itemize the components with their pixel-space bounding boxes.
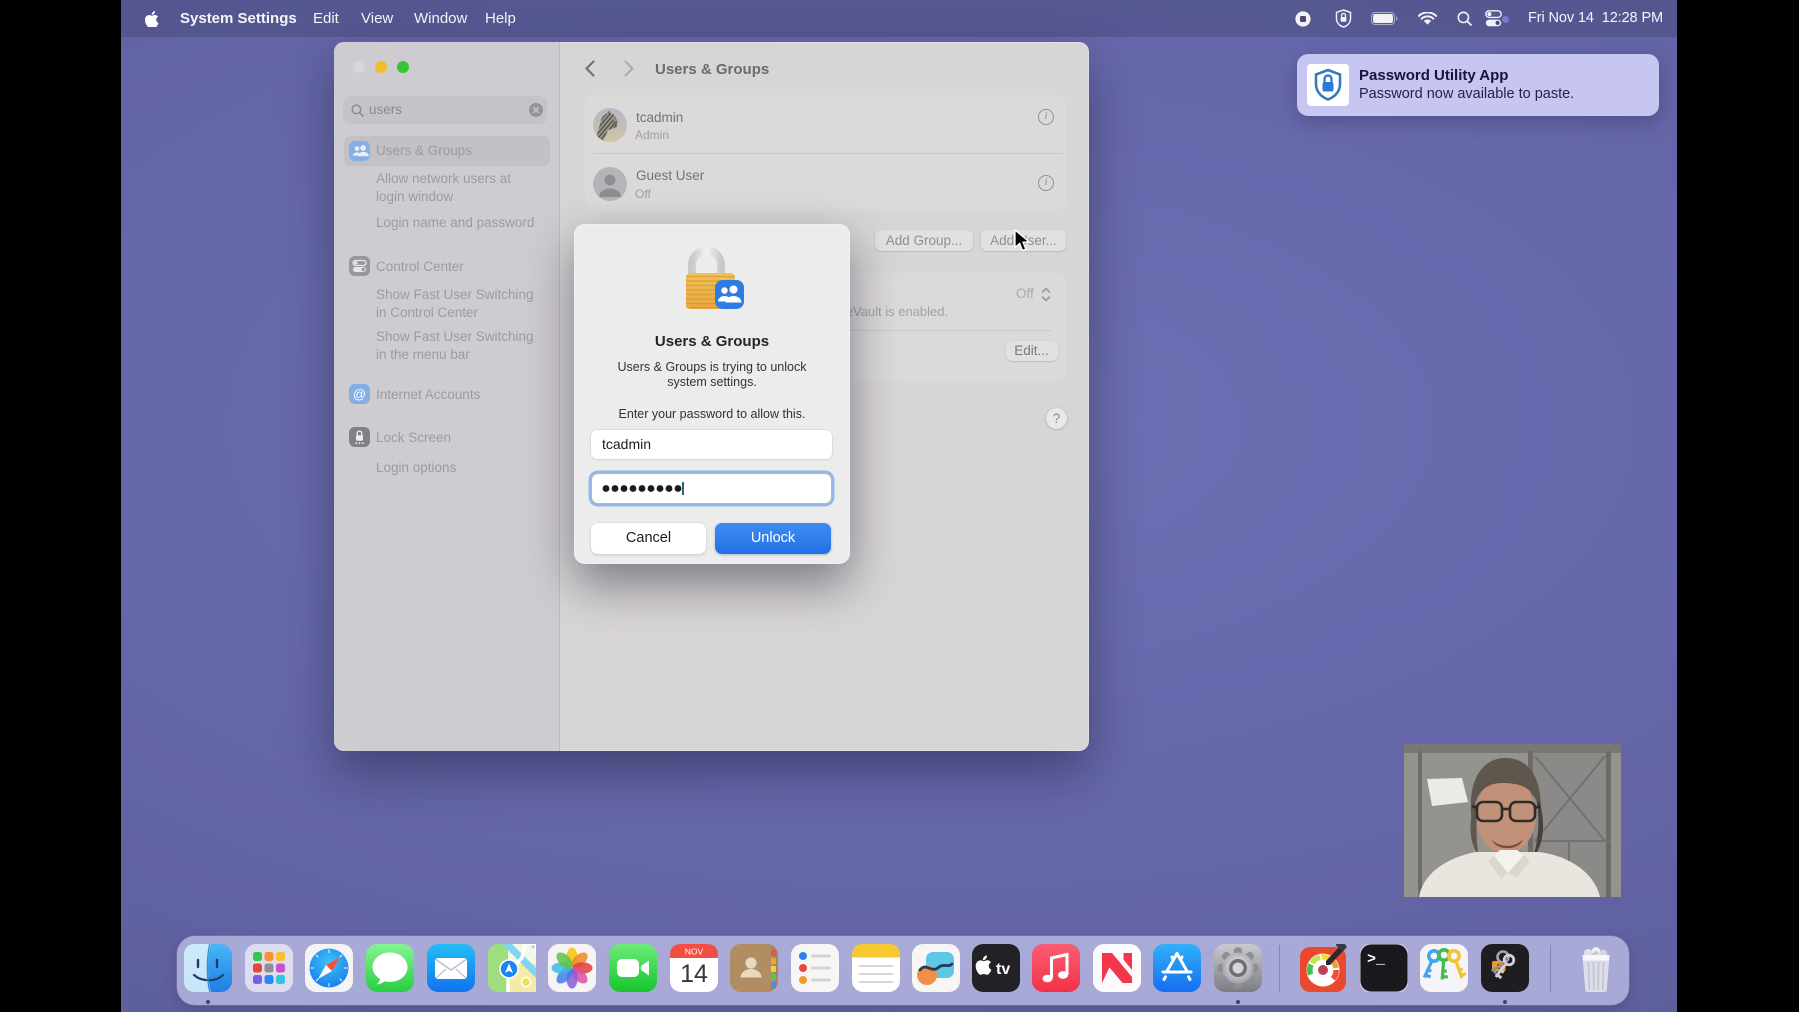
svg-text:>_: >_	[1367, 951, 1386, 968]
svg-text:14: 14	[680, 960, 708, 988]
svg-text:@: @	[352, 387, 365, 402]
svg-text:tv: tv	[996, 961, 1010, 978]
svg-text:NOV: NOV	[684, 947, 703, 957]
